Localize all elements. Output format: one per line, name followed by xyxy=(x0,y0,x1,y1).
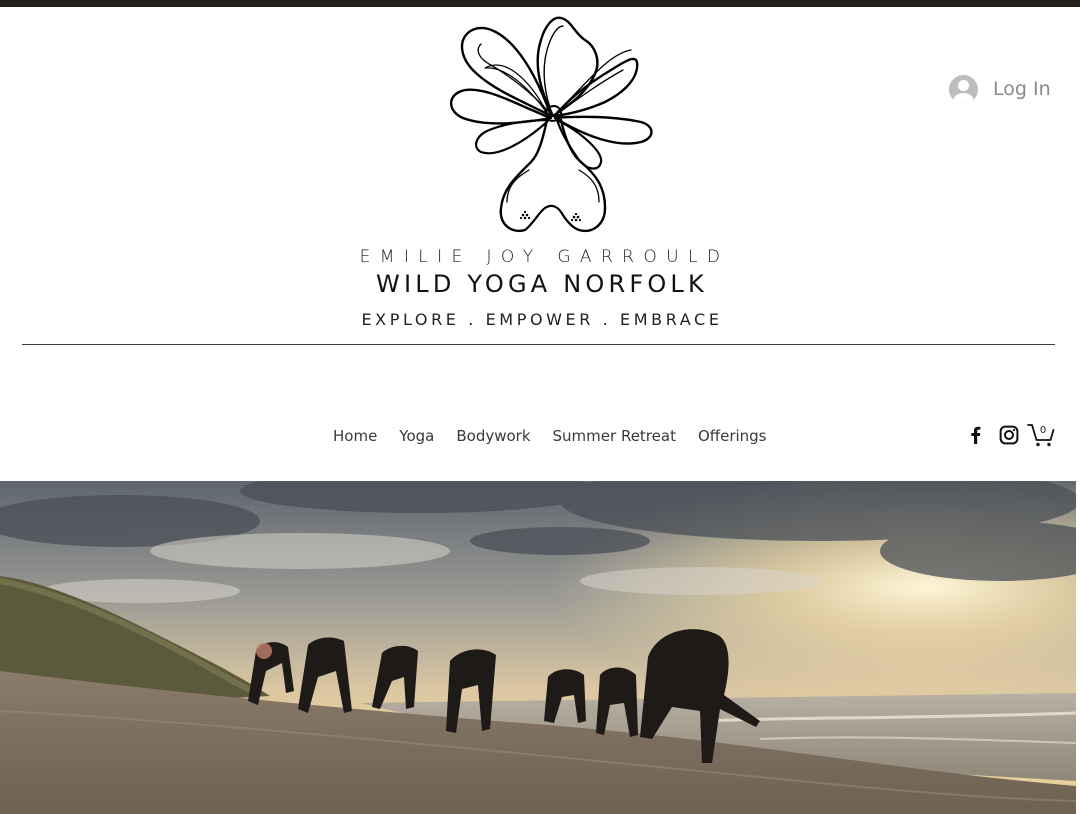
nav-item-home[interactable]: Home xyxy=(322,427,388,445)
facebook-icon[interactable] xyxy=(966,425,986,445)
main-nav: Home Yoga Bodywork Summer Retreat Offeri… xyxy=(322,424,778,448)
brand-name: EMILIE JOY GARROULD xyxy=(359,247,730,267)
nav-item-offerings[interactable]: Offerings xyxy=(687,427,778,445)
instagram-icon[interactable] xyxy=(999,425,1019,445)
login-label: Log In xyxy=(993,78,1051,100)
nav-item-bodywork[interactable]: Bodywork xyxy=(445,427,541,445)
login-button[interactable]: Log In xyxy=(949,73,1051,105)
cart-button[interactable]: 0 xyxy=(1027,422,1055,448)
top-bar xyxy=(0,0,1080,7)
header-divider xyxy=(22,344,1055,345)
user-avatar-icon xyxy=(949,74,978,104)
hero-image xyxy=(0,481,1076,814)
nav-item-yoga[interactable]: Yoga xyxy=(388,427,445,445)
site-tagline: EXPLORE . EMPOWER . EMBRACE xyxy=(361,310,723,329)
cart-count: 0 xyxy=(1039,425,1047,436)
flower-logo[interactable] xyxy=(445,12,660,244)
site-title[interactable]: WILD YOGA NORFOLK xyxy=(0,270,1080,298)
nav-item-summer-retreat[interactable]: Summer Retreat xyxy=(542,427,687,445)
